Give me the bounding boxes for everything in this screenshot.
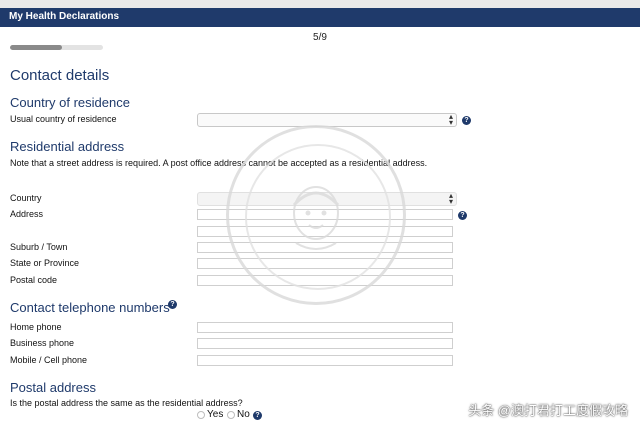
- residential-address-heading: Residential address: [10, 139, 125, 154]
- home-phone-label: Home phone: [10, 322, 62, 332]
- header-title: My Health Declarations: [9, 11, 120, 22]
- home-phone-input[interactable]: [197, 322, 453, 333]
- postal-address-heading: Postal address: [10, 380, 96, 395]
- browser-top-strip: [0, 0, 640, 8]
- address-label: Address: [10, 209, 44, 219]
- postal-code-label: Postal code: [10, 275, 58, 285]
- contact-telephone-heading: Contact telephone numbers: [10, 300, 170, 315]
- usual-country-label: Usual country of residence: [10, 114, 117, 124]
- watermark-seal: [226, 125, 406, 305]
- mobile-phone-label: Mobile / Cell phone: [10, 355, 88, 365]
- updown-arrows-icon: ▴ ▾: [448, 191, 453, 206]
- postal-same-question: Is the postal address the same as the re…: [10, 398, 243, 408]
- step-indicator: 5/9: [313, 32, 327, 43]
- page-title: Contact details: [10, 67, 110, 84]
- state-province-label: State or Province: [10, 258, 80, 268]
- no-label: No: [237, 409, 250, 420]
- country-of-residence-heading: Country of residence: [10, 95, 130, 110]
- suburb-town-label: Suburb / Town: [10, 242, 68, 252]
- question-icon[interactable]: ?: [458, 211, 467, 220]
- business-phone-label: Business phone: [10, 338, 75, 348]
- progress-bar-fill: [10, 45, 62, 50]
- country-label: Country: [10, 193, 42, 203]
- yes-label: Yes: [207, 409, 224, 420]
- source-credit-text: 头条 @澳打君打工度假攻略: [468, 403, 628, 418]
- postal-same-yes-radio[interactable]: [197, 411, 205, 419]
- app-header: My Health Declarations: [0, 8, 640, 27]
- watermark-face-icon: [292, 186, 340, 250]
- business-phone-input[interactable]: [197, 338, 453, 349]
- postal-same-no-radio[interactable]: [227, 411, 235, 419]
- updown-arrows-icon: ▴ ▾: [448, 112, 453, 127]
- progress-bar: [10, 45, 103, 50]
- question-icon[interactable]: ?: [168, 300, 177, 309]
- mobile-phone-input[interactable]: [197, 355, 453, 366]
- question-icon[interactable]: ?: [253, 411, 262, 420]
- question-icon[interactable]: ?: [462, 116, 471, 125]
